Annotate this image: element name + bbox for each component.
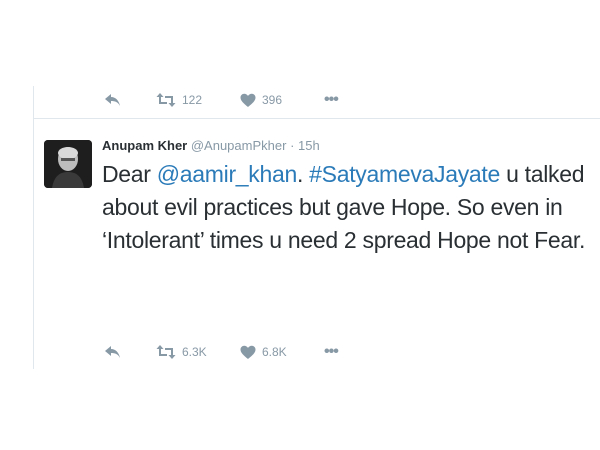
prev-more-button[interactable]: •••	[324, 91, 339, 109]
prev-retweet-count: 122	[182, 93, 203, 107]
reply-icon	[104, 92, 122, 108]
tweet-actions: 6.3K 6.8K •••	[104, 343, 358, 361]
retweet-icon	[156, 92, 176, 108]
prev-like-button[interactable]: 396	[240, 93, 324, 108]
retweet-count: 6.3K	[182, 345, 207, 359]
like-count: 6.8K	[262, 345, 287, 359]
more-icon: •••	[324, 91, 339, 108]
tweet-text-prefix: Dear	[102, 161, 157, 187]
header-separator: ·	[290, 138, 295, 153]
tweet-text: Dear @aamir_khan. #SatyamevaJayate u tal…	[102, 158, 597, 257]
timestamp[interactable]: 15h	[298, 138, 320, 153]
prev-like-count: 396	[262, 93, 283, 107]
reply-button[interactable]	[104, 344, 156, 360]
prev-reply-button[interactable]	[104, 92, 156, 108]
mention-link[interactable]: @aamir_khan	[157, 161, 298, 187]
like-button[interactable]: 6.8K	[240, 345, 324, 360]
reply-icon	[104, 344, 122, 360]
heart-icon	[240, 345, 256, 360]
author-name[interactable]: Anupam Kher	[102, 138, 187, 153]
tweet-timeline: 122 396 ••• Anupam Kher @AnupamPkher · 1…	[33, 86, 600, 369]
more-icon: •••	[324, 343, 339, 360]
prev-retweet-button[interactable]: 122	[156, 92, 240, 108]
retweet-icon	[156, 344, 176, 360]
tweet-divider	[34, 118, 600, 119]
avatar[interactable]	[44, 140, 92, 188]
author-handle[interactable]: @AnupamPkher	[191, 138, 287, 153]
tweet-text-middle: .	[296, 161, 310, 187]
hashtag-link[interactable]: #SatyamevaJayate	[309, 161, 500, 187]
tweet-header: Anupam Kher @AnupamPkher · 15h	[102, 138, 320, 153]
retweet-button[interactable]: 6.3K	[156, 344, 240, 360]
prev-tweet-actions: 122 396 •••	[104, 91, 358, 109]
more-button[interactable]: •••	[324, 343, 339, 361]
heart-icon	[240, 93, 256, 108]
